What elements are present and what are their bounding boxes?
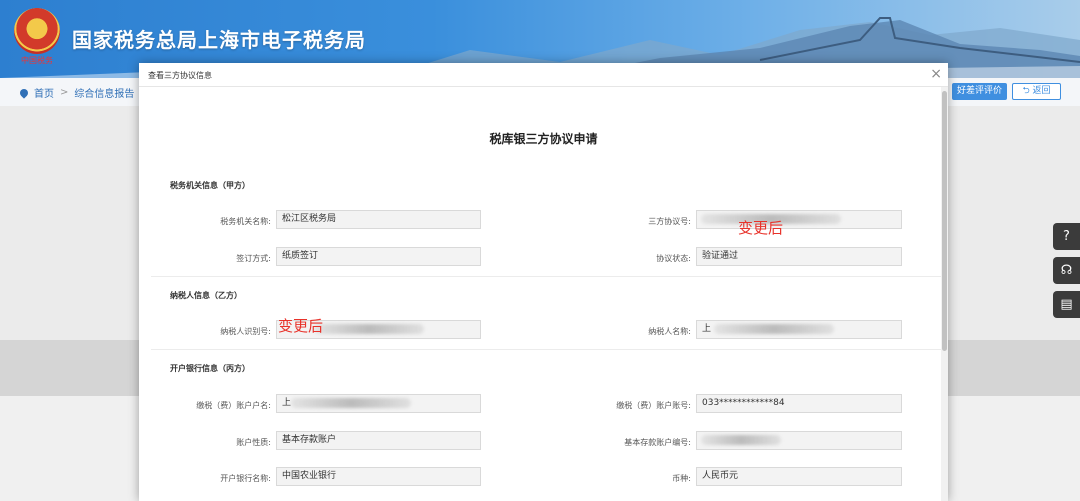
bank-name-label: 开户银行名称: [220,474,271,483]
breadcrumb: 首页 > 综合信息报告 [18,85,134,100]
redacted-basic-account-code [701,435,781,445]
breadcrumb-current[interactable]: 综合信息报告 [74,85,134,100]
manual-book-icon[interactable]: ▤ [1053,291,1080,318]
back-button[interactable]: ⮌ 返回 [1012,83,1061,100]
currency-field[interactable]: 人民币元 [696,467,902,486]
authority-name-label: 税务机关名称: [220,217,271,226]
redacted-account-name [291,398,411,408]
agreement-status-label: 协议状态: [656,254,691,263]
breadcrumb-separator: > [60,87,69,98]
agreement-modal: 查看三方协议信息 × 税库银三方协议申请 税务机关信息（甲方） 税务机关名称: … [139,63,948,501]
section-bank-title: 开户银行信息（丙方） [170,364,250,373]
location-pin-icon [18,86,30,99]
section-divider [151,349,941,350]
modal-header: 查看三方协议信息 × [139,63,948,87]
tax-emblem-icon [14,8,60,54]
authority-name-field[interactable]: 松江区税务局 [276,210,481,229]
redacted-taxpayer-name [714,324,834,334]
account-name-label: 缴税（费）账户户名: [196,401,271,410]
section-divider [151,276,941,277]
annotation-changed-agreement: 变更后 [738,219,784,237]
rate-button[interactable]: 好差评评价 [952,83,1007,100]
customer-service-icon[interactable]: ☊ [1053,257,1080,284]
breadcrumb-home[interactable]: 首页 [34,85,54,100]
bank-name-field[interactable]: 中国农业银行 [276,467,481,486]
account-no-field[interactable]: 033************84 [696,394,902,413]
account-no-label: 缴税（费）账户账号: [616,401,691,410]
site-title: 国家税务总局上海市电子税务局 [72,28,366,52]
sign-method-label: 签订方式: [236,254,271,263]
emblem-caption: 中国税务 [21,56,53,65]
agreement-no-label: 三方协议号: [648,217,691,226]
modal-title: 查看三方协议信息 [148,71,212,80]
section-taxpayer-title: 纳税人信息（乙方） [170,291,242,300]
taxpayer-id-label: 纳税人识别号: [220,327,271,336]
redacted-taxpayer-id [314,324,424,334]
help-icon[interactable]: ? [1053,223,1080,250]
section-tax-authority-title: 税务机关信息（甲方） [170,181,250,190]
close-icon[interactable]: × [930,66,942,82]
account-type-label: 账户性质: [236,438,271,447]
annotation-changed-taxpayer: 变更后 [278,317,324,335]
back-button-label: 返回 [1032,86,1051,96]
form-title: 税库银三方协议申请 [489,132,598,146]
back-arrow-icon: ⮌ [1022,86,1030,96]
agreement-status-field[interactable]: 验证通过 [696,247,902,266]
account-type-field[interactable]: 基本存款账户 [276,431,481,450]
currency-label: 币种: [672,474,691,483]
basic-account-code-label: 基本存款账户编号: [624,438,691,447]
sign-method-field[interactable]: 纸质签订 [276,247,481,266]
taxpayer-name-label: 纳税人名称: [648,327,691,336]
